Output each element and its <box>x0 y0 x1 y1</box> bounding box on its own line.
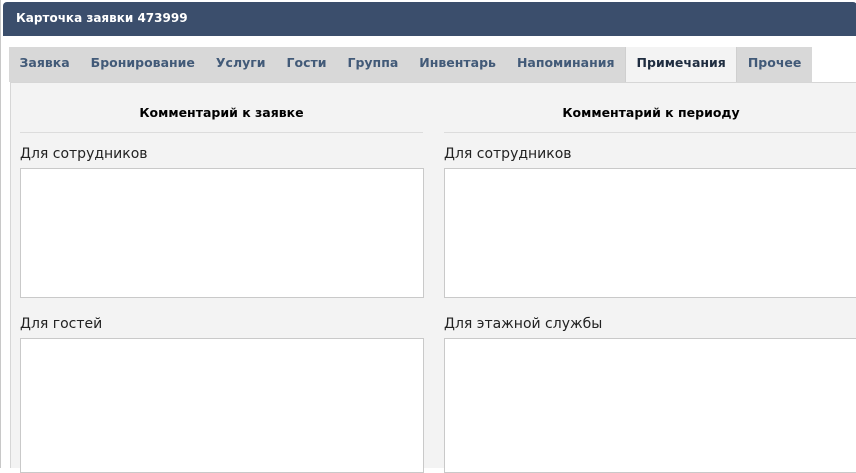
tab-reminders[interactable]: Напоминания <box>506 47 626 82</box>
request-card-window: Карточка заявки 473999 Заявка Бронирован… <box>0 0 856 473</box>
tab-list: Заявка Бронирование Услуги Гости Группа … <box>9 47 812 82</box>
window-title: Карточка заявки 473999 <box>16 11 188 25</box>
period-comment-heading: Комментарий к периоду <box>562 105 740 120</box>
tab-booking[interactable]: Бронирование <box>80 47 206 82</box>
tab-group[interactable]: Группа <box>337 47 409 82</box>
left-column-divider <box>20 132 423 133</box>
tab-services[interactable]: Услуги <box>205 47 277 82</box>
request-comment-heading: Комментарий к заявке <box>139 105 304 120</box>
window-titlebar[interactable]: Карточка заявки 473999 <box>3 2 856 36</box>
tab-bar: Заявка Бронирование Услуги Гости Группа … <box>3 36 856 82</box>
tab-other[interactable]: Прочее <box>737 47 812 82</box>
tab-request[interactable]: Заявка <box>9 47 81 82</box>
period-staff-comment-field[interactable] <box>444 168 856 298</box>
request-guests-comment-field[interactable] <box>20 338 424 473</box>
tab-inventory[interactable]: Инвентарь <box>408 47 507 82</box>
right-column-divider <box>444 132 856 133</box>
left-staff-label: Для сотрудников <box>20 146 148 162</box>
left-guests-label: Для гостей <box>20 316 103 332</box>
right-housekeeping-label: Для этажной службы <box>444 316 603 332</box>
notes-panel: Комментарий к заявке Для сотрудников Для… <box>10 82 856 473</box>
period-housekeeping-comment-field[interactable] <box>444 338 856 473</box>
right-staff-label: Для сотрудников <box>444 146 572 162</box>
tab-notes[interactable]: Примечания <box>625 47 738 82</box>
request-staff-comment-field[interactable] <box>20 168 424 298</box>
tab-guests[interactable]: Гости <box>276 47 337 82</box>
